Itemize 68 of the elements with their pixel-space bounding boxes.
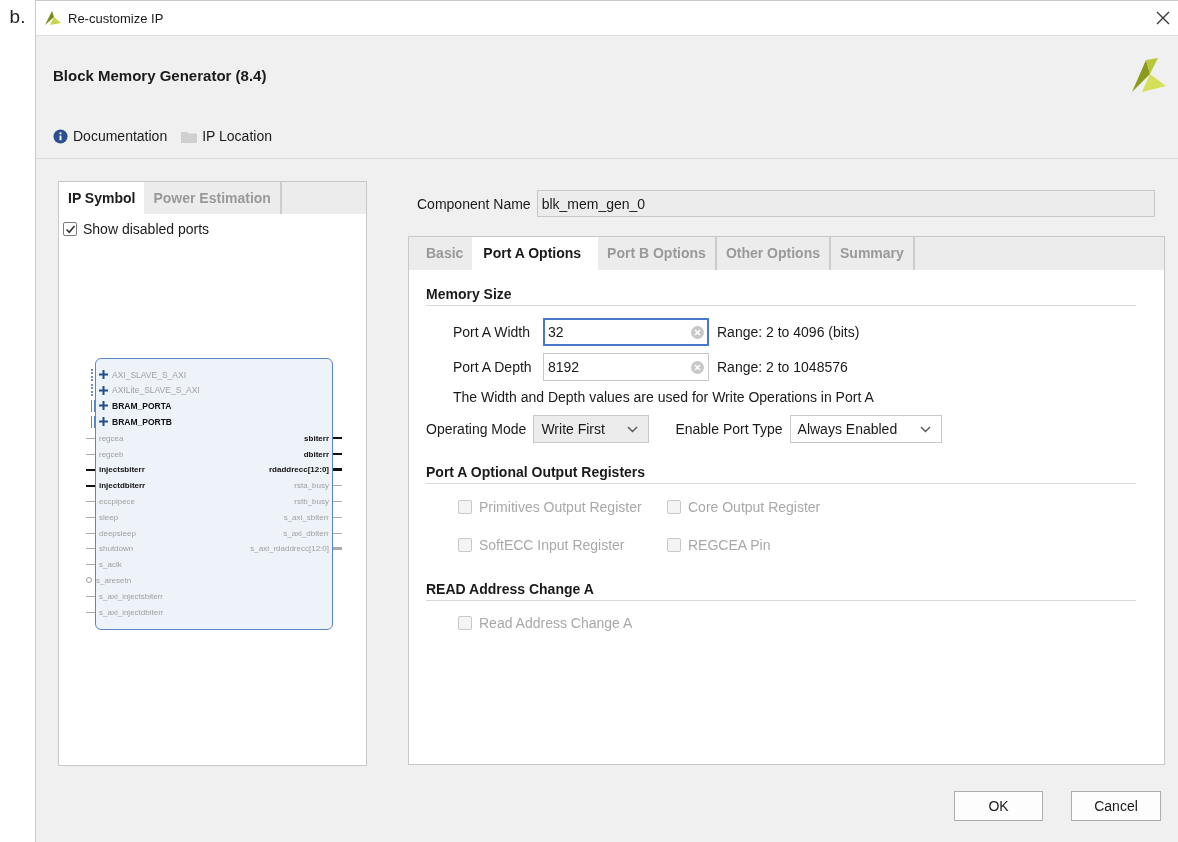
port-name: s_axi_dbiterr bbox=[283, 528, 329, 538]
port-name: injectsbiterr bbox=[99, 465, 145, 475]
port-name: rsta_busy bbox=[294, 481, 329, 491]
checkbox-label: REGCEA Pin bbox=[688, 537, 771, 553]
port-name: eccpipece bbox=[99, 496, 136, 506]
port-name: s_axi_sbiterr bbox=[283, 512, 329, 522]
checkbox[interactable] bbox=[63, 222, 77, 236]
clear-icon[interactable] bbox=[691, 360, 704, 374]
plus-icon[interactable] bbox=[99, 370, 108, 380]
field-label: Enable Port Type bbox=[675, 421, 783, 437]
port-name: dbiterr bbox=[303, 449, 329, 459]
port-name: regceb bbox=[99, 449, 124, 459]
port-name: s_axi_injectsbiterr bbox=[99, 591, 164, 601]
port-name: injectdbiterr bbox=[99, 481, 146, 491]
figure-label: b. bbox=[8, 5, 27, 29]
field-label: Operating Mode bbox=[426, 421, 527, 437]
port-name: s_axi_injectdbiterr bbox=[99, 607, 164, 617]
port-name: s_axi_rdaddrecc[12:0] bbox=[250, 544, 329, 554]
number-field[interactable]: 32 bbox=[543, 318, 709, 346]
port-name: regcea bbox=[99, 433, 124, 443]
triangle-logo-icon bbox=[1130, 56, 1168, 94]
checkbox-label: SoftECC Input Register bbox=[479, 537, 625, 553]
port-name: s_aresetn bbox=[96, 575, 132, 585]
dialog-button[interactable]: OK bbox=[954, 790, 1043, 821]
dialog-button[interactable]: Cancel bbox=[1071, 790, 1161, 821]
triangle-logo-icon bbox=[44, 10, 62, 26]
clear-icon[interactable] bbox=[691, 325, 704, 339]
window-title: Re-customize IP bbox=[68, 10, 165, 26]
options-tab[interactable]: Port A Options bbox=[472, 237, 599, 270]
field-label: Component Name bbox=[417, 195, 531, 212]
section-heading: Memory Size bbox=[426, 286, 1136, 306]
port-name: sbiterr bbox=[304, 433, 329, 443]
note-text: The Width and Depth values are used for Write Operations in Port A bbox=[452, 389, 875, 405]
number-field[interactable]: 8192 bbox=[543, 353, 709, 381]
component-name-field[interactable]: blk_mem_gen_0 bbox=[536, 190, 1155, 217]
panel-tab[interactable]: IP Symbol bbox=[59, 182, 145, 214]
field-label: Port A Depth bbox=[453, 359, 533, 375]
interface-name: BRAM_PORTB bbox=[112, 416, 172, 427]
header-link[interactable]: IP Location bbox=[181, 128, 272, 144]
port-name: rstb_busy bbox=[294, 496, 329, 506]
range-hint: Range: 2 to 1048576 bbox=[717, 359, 848, 375]
checkbox-label: Show disabled ports bbox=[83, 221, 210, 237]
plus-icon[interactable] bbox=[99, 385, 108, 395]
chevron-down-icon bbox=[627, 425, 639, 433]
field-label: Port A Width bbox=[453, 324, 532, 340]
section-heading: Port A Optional Output Registers bbox=[426, 464, 1136, 484]
port-name: rdaddrecc[12:0] bbox=[268, 465, 329, 475]
checkbox-label: Read Address Change A bbox=[479, 615, 633, 631]
header-link[interactable]: Documentation bbox=[53, 128, 168, 144]
interface-name: BRAM_PORTA bbox=[112, 401, 172, 411]
port-name: deepsleep bbox=[99, 528, 136, 538]
chevron-down-icon bbox=[919, 425, 931, 433]
port-name: s_aclk bbox=[99, 560, 122, 570]
checkbox-label: Core Output Register bbox=[688, 499, 821, 515]
close-icon[interactable] bbox=[1156, 11, 1170, 25]
section-heading: READ Address Change A bbox=[426, 581, 1136, 601]
plus-icon[interactable] bbox=[99, 417, 108, 427]
interface-name: AXILite_SLAVE_S_AXI bbox=[112, 385, 200, 396]
port-name: shutdown bbox=[99, 544, 134, 554]
range-hint: Range: 2 to 4096 (bits) bbox=[717, 324, 860, 340]
plus-icon[interactable] bbox=[99, 401, 108, 411]
checkbox-label: Primitives Output Register bbox=[479, 499, 642, 515]
port-name: sleep bbox=[99, 512, 119, 522]
interface-name: AXI_SLAVE_S_AXI bbox=[112, 369, 187, 380]
info-icon bbox=[53, 128, 68, 144]
dialog-heading: Block Memory Generator (8.4) bbox=[53, 66, 267, 84]
dropdown[interactable]: Always Enabled bbox=[789, 415, 942, 443]
folder-icon bbox=[181, 129, 198, 143]
